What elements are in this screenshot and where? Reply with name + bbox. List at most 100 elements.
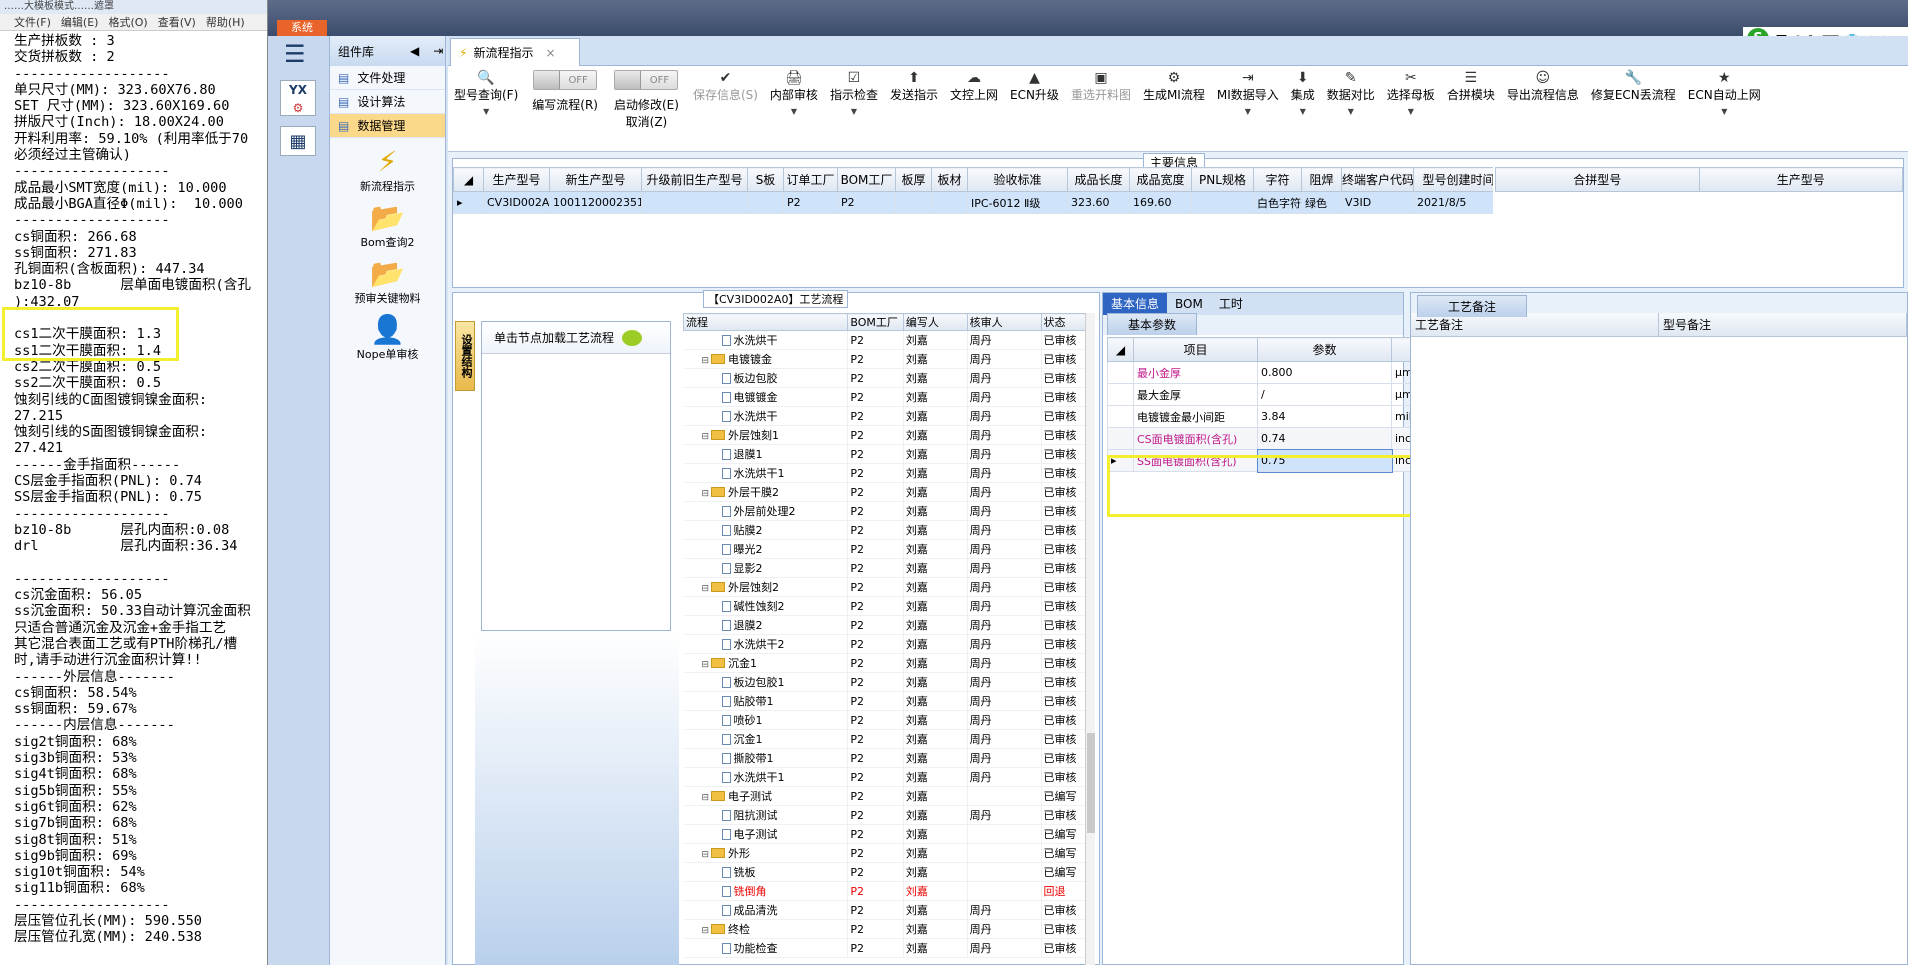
table-cell[interactable]: 323.60 [1067, 191, 1130, 214]
chevron-down-icon[interactable]: ▼ [483, 107, 489, 116]
table-cell[interactable]: CV3ID002A0 [483, 191, 550, 214]
tab-basic-0[interactable]: 基本信息 [1103, 293, 1168, 315]
tree-row[interactable]: 外层前处理2 P2 刘嘉 周丹 已审核 [683, 501, 1095, 521]
tree-node[interactable]: 电镀镀金 [683, 387, 849, 407]
notepad-menu-item[interactable]: 查看(V) [158, 14, 196, 30]
table-cell[interactable]: V3ID [1341, 191, 1414, 214]
tree-node[interactable]: 显影2 [683, 558, 849, 578]
column-header[interactable]: BOM工厂 [837, 167, 896, 192]
tree-node[interactable]: 水洗烘干2 [683, 634, 849, 654]
collapse-icon[interactable]: ⊟ [702, 356, 710, 366]
tree-node[interactable]: 碱性蚀刻2 [683, 596, 849, 616]
tree-node[interactable]: ⊟ 沉金1 [683, 653, 849, 673]
tree-node[interactable]: 外层前处理2 [683, 501, 849, 521]
tree-row[interactable]: 成品清洗 P2 刘嘉 周丹 已审核 [683, 900, 1095, 920]
tree-node[interactable]: 喷砂1 [683, 710, 849, 730]
tree-node[interactable]: 铣倒角 [683, 881, 849, 901]
toolbar-button[interactable]: ▲ ECN升级 [1004, 66, 1065, 151]
column-header[interactable]: S板 [747, 167, 784, 192]
scrollbar[interactable] [1085, 313, 1095, 965]
complib-item[interactable]: ▤ 文件处理 [330, 66, 445, 90]
collapse-icon[interactable]: ⊟ [702, 793, 710, 803]
tree-node[interactable]: 电子测试 [683, 824, 849, 844]
table-cell[interactable]: 绿色 [1301, 191, 1342, 214]
main-info-grid[interactable]: ◢ 生产型号 新生产型号 升级前旧生产型号 S板 订单工厂 BOM工厂 板厚 板材 验收标准 成品长… [453, 167, 1493, 214]
tab-basic-2[interactable]: 工时 [1211, 293, 1251, 315]
tree-row[interactable]: 板边包胶 P2 刘嘉 周丹 已审核 [683, 368, 1095, 388]
toolbar-button[interactable]: 🔧 修复ECN丢流程 [1585, 66, 1682, 151]
column-header[interactable]: 成品宽度 [1129, 167, 1192, 192]
chevron-down-icon[interactable]: ▼ [1408, 107, 1414, 116]
complib-item[interactable]: ▤ 数据管理 [330, 114, 445, 138]
column-header[interactable]: 编写人 [902, 313, 968, 331]
chevron-down-icon[interactable]: ▼ [851, 107, 857, 116]
tree-node[interactable]: 阻抗测试 [683, 805, 849, 825]
tree-node[interactable]: ⊟ 电子测试 [683, 786, 849, 806]
toolbar-button[interactable]: 🔍 型号查询(F) ▼ [448, 66, 524, 151]
tree-row[interactable]: 贴膜2 P2 刘嘉 周丹 已审核 [683, 520, 1095, 540]
tree-row[interactable]: 电子测试 P2 刘嘉 已编写 [683, 824, 1095, 844]
tree-node[interactable]: ⊟ 电镀镀金 [683, 349, 849, 369]
toolbar-button[interactable]: ⬆ 发送指示 [884, 66, 944, 151]
column-header[interactable]: 终端客户代码 [1341, 167, 1414, 192]
toolbar-button[interactable]: ☰ 合拼模块 [1441, 66, 1501, 151]
complib-tool[interactable]: 👤 Nope单审核 [330, 314, 445, 362]
tree-node[interactable]: 水洗烘干 [683, 330, 849, 350]
column-header[interactable]: 参数 [1257, 337, 1392, 362]
tree-row[interactable]: ⊟ 外层蚀刻2 P2 刘嘉 周丹 已审核 [683, 577, 1095, 597]
chevron-down-icon[interactable]: ▼ [1721, 107, 1727, 116]
column-header[interactable]: PNL规格 [1191, 167, 1254, 192]
tab-basic-params[interactable]: 基本参数 [1107, 313, 1198, 335]
tree-row[interactable]: 电镀镀金 P2 刘嘉 周丹 已审核 [683, 387, 1095, 407]
tab-basic-1[interactable]: BOM [1167, 293, 1211, 315]
chevron-down-icon[interactable]: ▼ [1300, 107, 1306, 116]
menu-icon[interactable]: ☰ [284, 40, 306, 68]
tree-row[interactable]: 喷砂1 P2 刘嘉 周丹 已审核 [683, 710, 1095, 730]
complib-tool[interactable]: 📂 Bom查询2 [330, 202, 445, 250]
tree-row[interactable]: 阻抗测试 P2 刘嘉 周丹 已审核 [683, 805, 1095, 825]
tree-row[interactable]: 水洗烘干2 P2 刘嘉 周丹 已审核 [683, 634, 1095, 654]
tree-row[interactable]: 显影2 P2 刘嘉 周丹 已审核 [683, 558, 1095, 578]
scroll-thumb[interactable] [1087, 733, 1095, 833]
tree-row[interactable]: 贴胶带1 P2 刘嘉 周丹 已审核 [683, 691, 1095, 711]
column-header[interactable]: 项目 [1133, 337, 1258, 362]
app-logo-icon[interactable]: YX ⚙ [280, 80, 316, 116]
table-cell[interactable]: P2 [837, 191, 896, 214]
param-value[interactable]: 0.800 [1257, 361, 1392, 384]
table-cell[interactable]: 169.60 [1129, 191, 1192, 214]
table-cell[interactable] [931, 191, 968, 214]
chevron-down-icon[interactable]: ▼ [1245, 107, 1251, 116]
column-header[interactable]: 生产型号 [1698, 167, 1903, 192]
tree-node[interactable]: 退膜1 [683, 444, 849, 464]
column-header[interactable]: 型号创建时间 [1413, 167, 1493, 192]
tree-row[interactable]: ⊟ 外层干膜2 P2 刘嘉 周丹 已审核 [683, 482, 1095, 502]
column-header[interactable]: 板材 [931, 167, 968, 192]
tree-node[interactable]: ⊟ 外层蚀刻1 [683, 425, 849, 445]
table-cell[interactable] [895, 191, 932, 214]
tab-new-process[interactable]: ⚡ 新流程指示 × [450, 38, 580, 66]
tab-process-notes[interactable]: 工艺备注 [1417, 295, 1528, 317]
table-cell[interactable] [747, 191, 784, 214]
tree-row[interactable]: ⊟ 终检 P2 刘嘉 周丹 已审核 [683, 919, 1095, 939]
tree-node[interactable]: 撕胶带1 [683, 748, 849, 768]
close-icon[interactable]: × [545, 46, 555, 60]
column-header[interactable]: 验收标准 [967, 167, 1068, 192]
calculator-icon[interactable]: ▦ [280, 126, 316, 156]
collapse-icon[interactable]: ⊟ [702, 926, 710, 936]
chevron-down-icon[interactable]: ▼ [791, 107, 797, 116]
notepad-menu-item[interactable]: 文件(F) [14, 14, 51, 30]
tree-row[interactable]: 铣倒角 P2 刘嘉 回退 [683, 881, 1095, 901]
toolbar-button[interactable]: ⚙ 生成MI流程 [1137, 66, 1211, 151]
tree-row[interactable]: 沉金1 P2 刘嘉 周丹 已审核 [683, 729, 1095, 749]
tree-node[interactable]: ⊟ 外形 [683, 843, 849, 863]
tree-node[interactable]: 贴胶带1 [683, 691, 849, 711]
tree-node[interactable]: 退膜2 [683, 615, 849, 635]
tree-row[interactable]: ⊟ 沉金1 P2 刘嘉 周丹 已审核 [683, 653, 1095, 673]
hint-box[interactable]: 单击节点加载工艺流程 [482, 322, 670, 354]
tree-node[interactable]: 成品清洗 [683, 900, 849, 920]
system-tab[interactable]: 系统 [277, 20, 327, 36]
pin-icon[interactable]: ⇥ [433, 44, 443, 58]
table-cell[interactable]: P2 [783, 191, 838, 214]
process-tree[interactable]: 流程 BOM工厂 编写人 核审人 状态 水洗烘干 P2 刘嘉 周丹 已审核 ⊟ 电镀镀金 P2 刘嘉 周丹已… [683, 313, 1095, 965]
tree-node[interactable]: ⊟ 外层蚀刻2 [683, 577, 849, 597]
